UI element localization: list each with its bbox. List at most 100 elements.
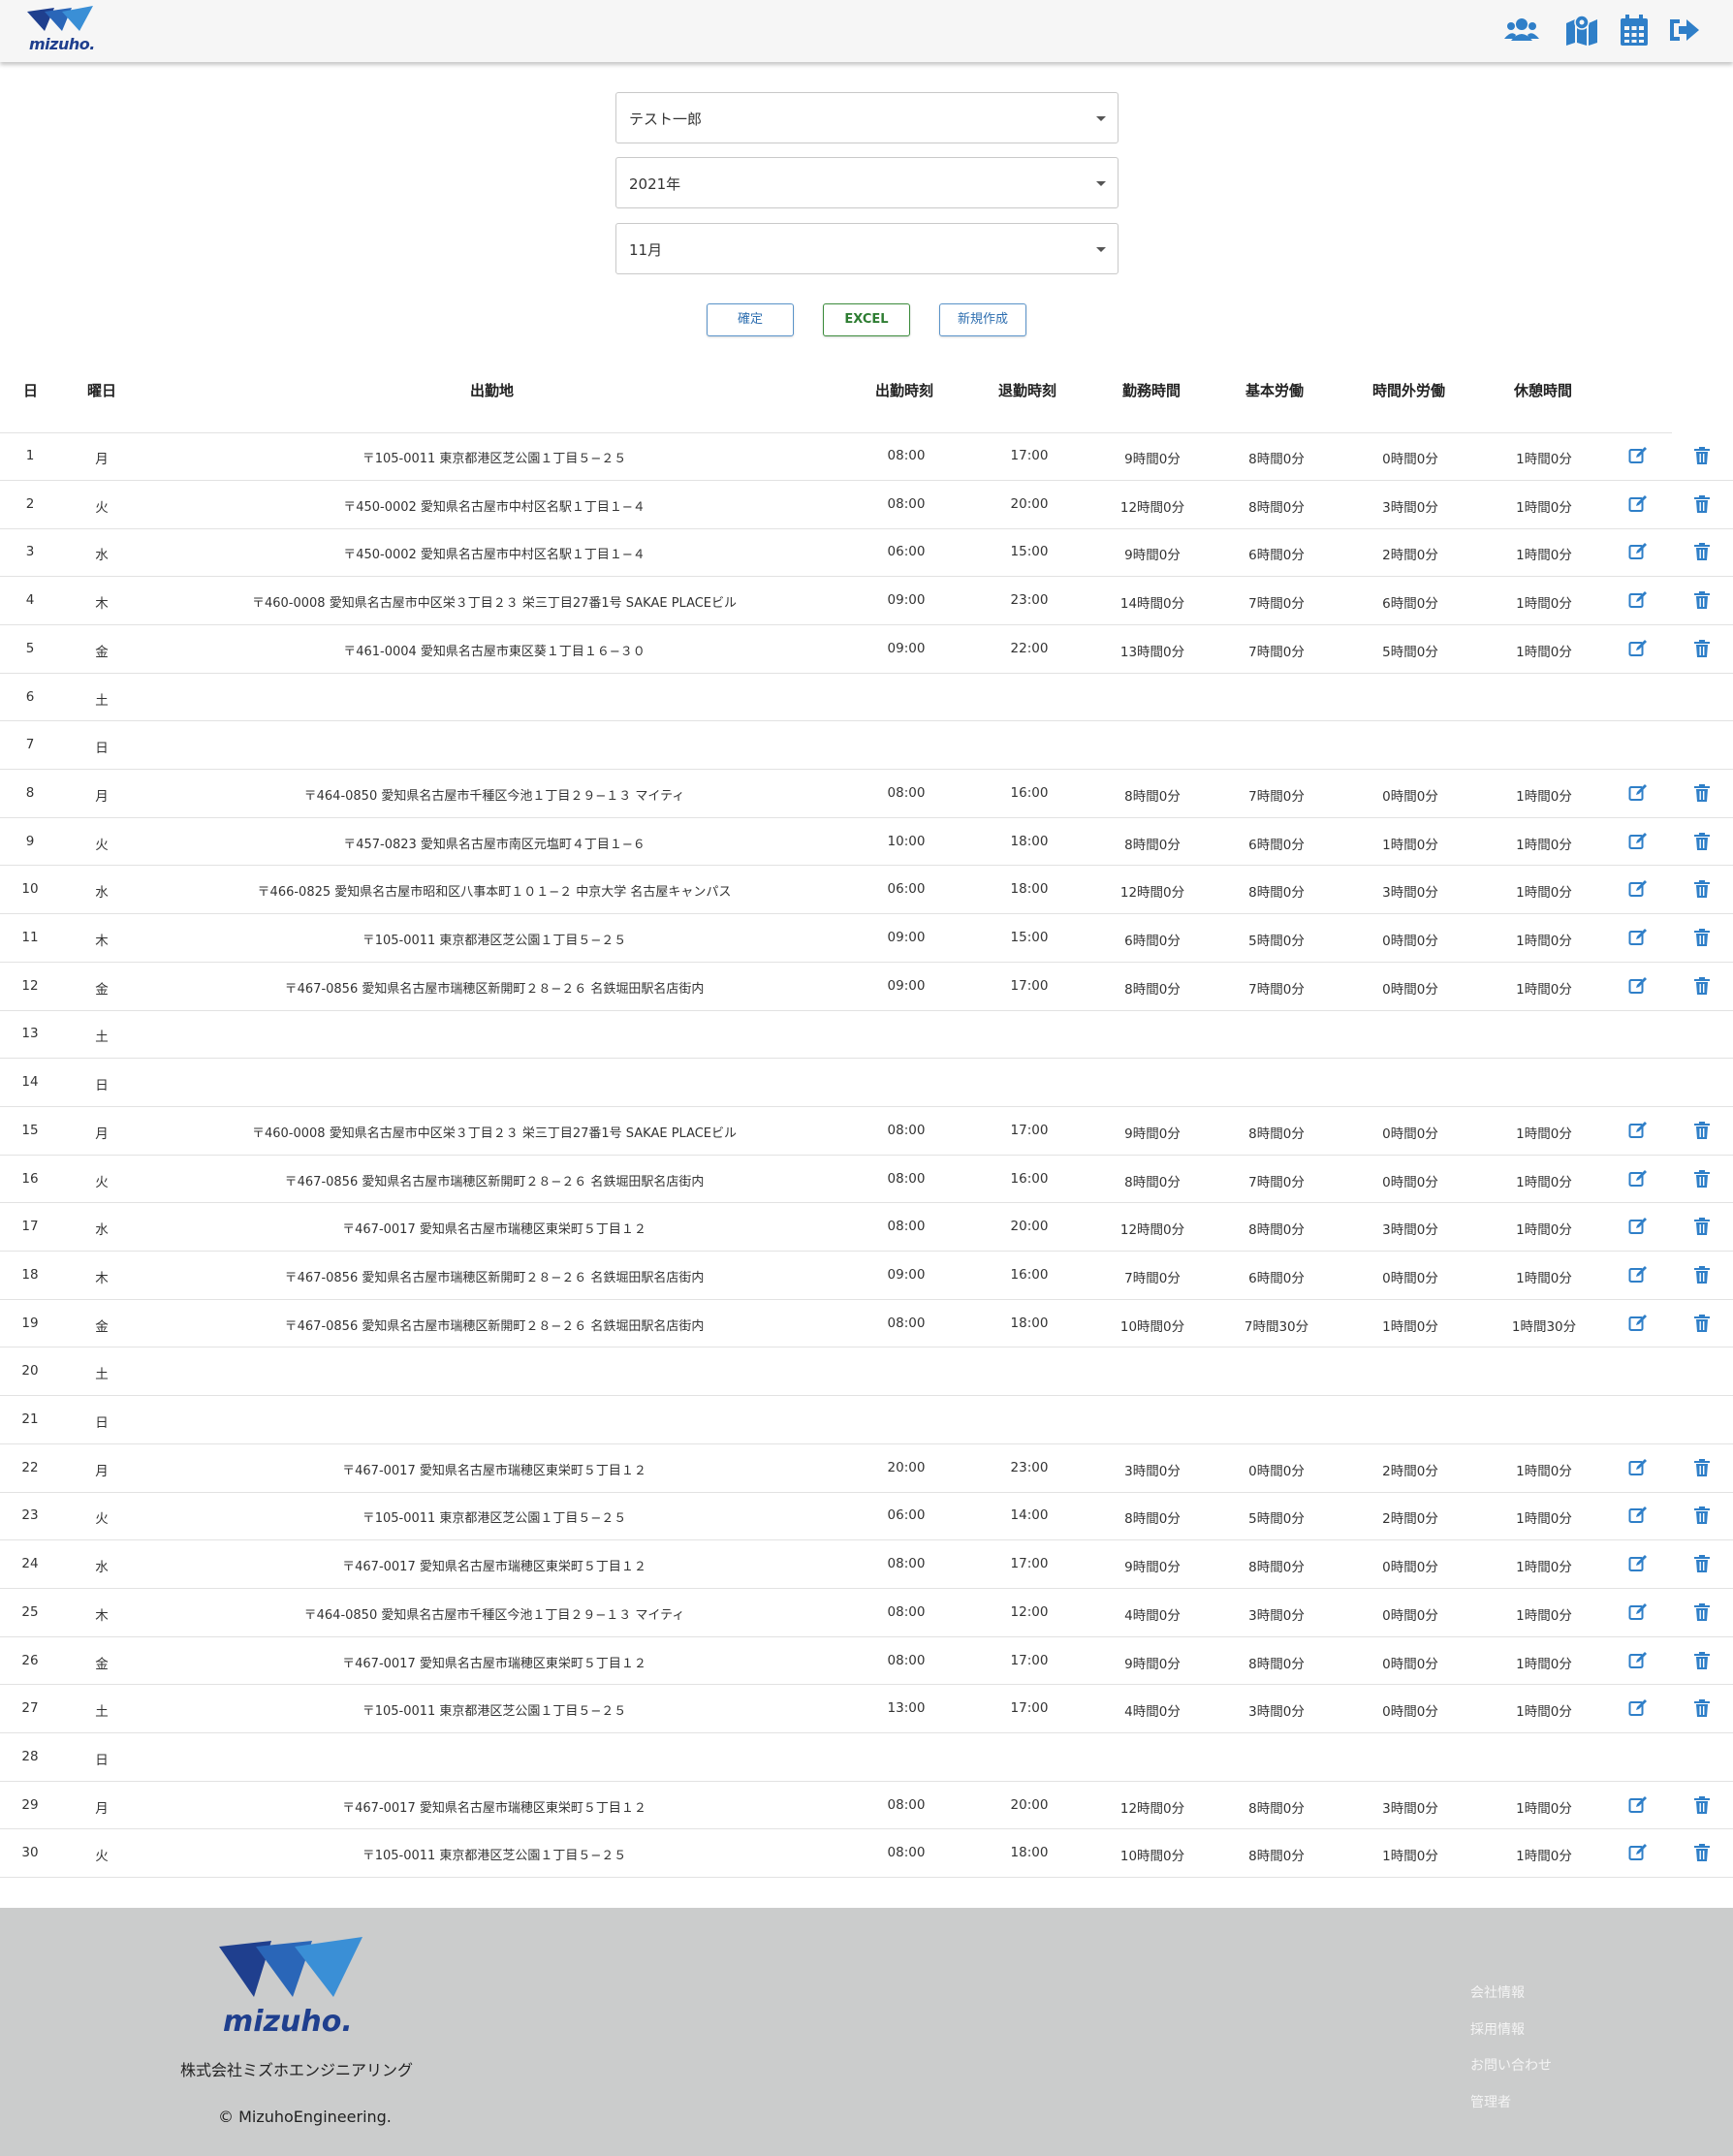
trash-icon[interactable] [1692, 1169, 1712, 1189]
edit-icon[interactable] [1628, 879, 1648, 899]
cell-break: 1時間0分 [1516, 885, 1572, 902]
row-divider [0, 1781, 1733, 1782]
cell-weekday: 火 [95, 837, 109, 853]
trash-icon[interactable] [1692, 879, 1712, 899]
cell-clock-in: 20:00 [887, 1459, 926, 1475]
edit-icon[interactable] [1628, 590, 1648, 610]
row-divider [0, 1588, 1733, 1589]
trash-icon[interactable] [1692, 1698, 1712, 1718]
trash-icon[interactable] [1692, 1795, 1712, 1815]
trash-icon[interactable] [1692, 1314, 1712, 1333]
row-divider [0, 913, 1733, 914]
create-new-button[interactable]: 新規作成 [939, 303, 1026, 336]
edit-icon[interactable] [1628, 1169, 1648, 1189]
cell-location: 〒467-0856 愛知県名古屋市瑞穂区新開町２８−２６ 名鉄堀田駅名店街内 [284, 1270, 705, 1285]
trash-icon[interactable] [1692, 639, 1712, 658]
trash-icon[interactable] [1692, 928, 1712, 947]
edit-icon[interactable] [1628, 1651, 1648, 1670]
cell-basic-labor: 7時間0分 [1248, 981, 1305, 998]
trash-icon[interactable] [1692, 1554, 1712, 1573]
edit-icon[interactable] [1628, 1795, 1648, 1815]
cell-clock-in: 06:00 [887, 881, 926, 898]
footer-link-contact[interactable]: お問い合わせ [1470, 2055, 1552, 2075]
cell-work-hours: 8時間0分 [1124, 1174, 1181, 1190]
edit-icon[interactable] [1628, 1554, 1648, 1573]
cell-basic-labor: 7時間0分 [1248, 788, 1305, 805]
edit-icon[interactable] [1628, 1121, 1648, 1140]
cell-overtime: 0時間0分 [1382, 452, 1438, 467]
edit-icon[interactable] [1628, 783, 1648, 803]
trash-icon[interactable] [1692, 590, 1712, 610]
trash-icon[interactable] [1692, 1121, 1712, 1140]
cell-overtime: 0時間0分 [1382, 1270, 1438, 1286]
column-header-clock-in: 出勤時刻 [875, 382, 934, 399]
trash-icon[interactable] [1692, 1458, 1712, 1477]
edit-icon[interactable] [1628, 1602, 1648, 1622]
cell-day: 5 [25, 640, 35, 656]
cell-day: 16 [21, 1170, 39, 1187]
cell-work-hours: 9時間0分 [1124, 548, 1181, 564]
year-select[interactable]: 2021年 [615, 157, 1119, 208]
edit-icon[interactable] [1628, 1698, 1648, 1718]
cell-day: 15 [21, 1122, 39, 1138]
trash-icon[interactable] [1692, 1506, 1712, 1525]
cell-weekday: 日 [95, 1078, 109, 1094]
trash-icon[interactable] [1692, 1602, 1712, 1622]
trash-icon[interactable] [1692, 446, 1712, 465]
cell-location: 〒467-0856 愛知県名古屋市瑞穂区新開町２８−２６ 名鉄堀田駅名店街内 [284, 1318, 705, 1334]
edit-icon[interactable] [1628, 1265, 1648, 1284]
trash-icon[interactable] [1692, 832, 1712, 851]
calendar-icon[interactable] [1617, 14, 1652, 47]
edit-icon[interactable] [1628, 1506, 1648, 1525]
cell-clock-in: 08:00 [887, 1315, 926, 1331]
cell-overtime: 3時間0分 [1382, 1222, 1438, 1239]
cell-overtime: 2時間0分 [1382, 1463, 1438, 1479]
cell-clock-out: 16:00 [1010, 1170, 1049, 1187]
edit-icon[interactable] [1628, 639, 1648, 658]
trash-icon[interactable] [1692, 1651, 1712, 1670]
cell-overtime: 3時間0分 [1382, 885, 1438, 902]
edit-icon[interactable] [1628, 542, 1648, 561]
footer-link-company-info[interactable]: 会社情報 [1470, 1982, 1525, 2002]
cell-location: 〒467-0017 愛知県名古屋市瑞穂区東栄町５丁目１２ [342, 1463, 646, 1478]
edit-icon[interactable] [1628, 976, 1648, 996]
map-icon[interactable] [1564, 14, 1599, 47]
cell-clock-in: 09:00 [887, 1266, 926, 1283]
footer-link-careers[interactable]: 採用情報 [1470, 2019, 1525, 2039]
users-icon[interactable] [1504, 14, 1539, 47]
trash-icon[interactable] [1692, 1843, 1712, 1862]
employee-select[interactable]: テスト一郎 [615, 92, 1119, 143]
excel-export-button[interactable]: EXCEL [823, 303, 910, 336]
cell-day: 23 [21, 1507, 39, 1524]
edit-icon[interactable] [1628, 1217, 1648, 1236]
trash-icon[interactable] [1692, 976, 1712, 996]
edit-icon[interactable] [1628, 1843, 1648, 1862]
trash-icon[interactable] [1692, 783, 1712, 803]
cell-location: 〒105-0011 東京都港区芝公園１丁目５−２５ [362, 1704, 627, 1720]
cell-day: 9 [25, 833, 35, 849]
cell-weekday: 月 [95, 1126, 109, 1142]
cell-location: 〒464-0850 愛知県名古屋市千種区今池１丁目２９−１３ マイティ [303, 1607, 685, 1623]
cell-break: 1時間0分 [1516, 596, 1572, 613]
month-select[interactable]: 11月 [615, 223, 1119, 274]
footer-link-admin[interactable]: 管理者 [1470, 2092, 1511, 2111]
cell-location: 〒467-0017 愛知県名古屋市瑞穂区東栄町５丁目１２ [342, 1560, 646, 1575]
logout-icon[interactable] [1667, 14, 1702, 47]
confirm-button[interactable]: 確定 [707, 303, 794, 336]
cell-clock-in: 08:00 [887, 1603, 926, 1620]
footer-logo[interactable] [217, 1937, 364, 2001]
cell-basic-labor: 8時間0分 [1248, 1656, 1305, 1672]
edit-icon[interactable] [1628, 928, 1648, 947]
cell-clock-in: 09:00 [887, 977, 926, 994]
trash-icon[interactable] [1692, 494, 1712, 514]
edit-icon[interactable] [1628, 832, 1648, 851]
trash-icon[interactable] [1692, 1265, 1712, 1284]
trash-icon[interactable] [1692, 542, 1712, 561]
edit-icon[interactable] [1628, 1314, 1648, 1333]
cell-overtime: 0時間0分 [1382, 1560, 1438, 1576]
edit-icon[interactable] [1628, 1458, 1648, 1477]
cell-break: 1時間0分 [1516, 1560, 1572, 1576]
edit-icon[interactable] [1628, 494, 1648, 514]
trash-icon[interactable] [1692, 1217, 1712, 1236]
edit-icon[interactable] [1628, 446, 1648, 465]
